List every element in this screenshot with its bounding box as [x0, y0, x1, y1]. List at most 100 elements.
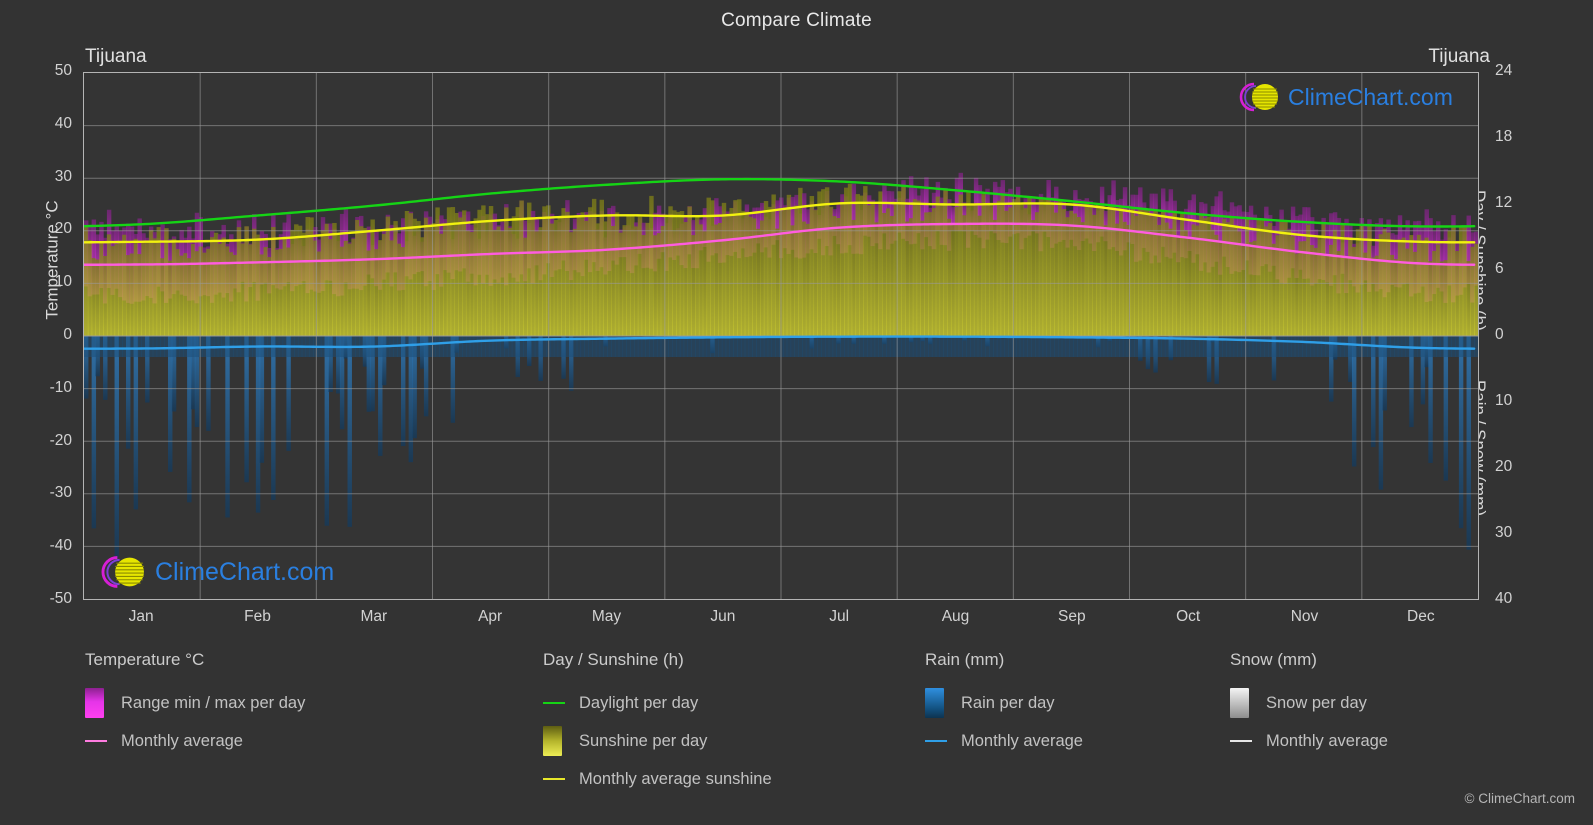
daily-bar	[95, 259, 100, 336]
daily-bar	[733, 336, 738, 358]
daily-bar	[160, 336, 165, 358]
daily-bar	[1371, 257, 1376, 336]
daily-bar	[813, 336, 818, 358]
daily-bar	[1012, 199, 1017, 336]
legend-item-label: Monthly average	[1266, 731, 1388, 750]
daily-bar	[633, 226, 639, 336]
daily-bar	[1111, 205, 1116, 336]
daily-bar	[1099, 336, 1105, 358]
month-tick-aug: Aug	[941, 608, 970, 625]
daily-bar	[282, 236, 288, 336]
right-axis-tick-day: 12	[1495, 194, 1513, 211]
daily-bar	[393, 221, 398, 336]
daily-bar	[935, 336, 941, 358]
daily-bar	[756, 336, 761, 358]
daily-bar	[752, 336, 757, 358]
daily-bar	[1038, 336, 1044, 358]
daily-bar	[374, 249, 379, 336]
daily-bar	[973, 205, 979, 336]
daily-bar	[210, 237, 215, 336]
daily-bar	[836, 336, 841, 358]
swatch-box-icon	[85, 688, 104, 718]
daily-bar	[645, 222, 650, 336]
logo-text: ClimeChart.com	[155, 557, 335, 586]
daily-bar	[1367, 225, 1372, 336]
daily-bar	[973, 336, 979, 358]
legend-item[interactable]: Sunshine per day	[543, 722, 772, 760]
legend-item[interactable]: Monthly average sunshine	[543, 760, 772, 798]
daily-bar	[866, 336, 872, 358]
daily-bar	[912, 336, 918, 358]
daily-bar	[672, 210, 677, 336]
legend-item-label: Monthly average sunshine	[579, 769, 772, 788]
daily-bar	[908, 336, 914, 358]
legend: Temperature °C Range min / max per day Mon…	[0, 650, 1593, 810]
daily-bar	[805, 336, 811, 358]
daily-bar	[328, 239, 333, 336]
daily-bar	[141, 242, 146, 336]
daily-bar	[817, 191, 822, 336]
daily-bar	[477, 336, 482, 358]
daily-bar	[217, 243, 223, 336]
daily-bar	[996, 200, 1002, 336]
daily-bar	[347, 336, 352, 527]
daily-bar	[1218, 242, 1223, 336]
daily-bar	[225, 336, 230, 518]
daily-bar	[1099, 204, 1105, 336]
daily-bar	[725, 213, 731, 336]
daily-bar	[1340, 336, 1345, 358]
legend-swatch	[543, 726, 567, 756]
daily-bar	[477, 209, 482, 336]
daily-bar	[905, 221, 910, 336]
legend-item[interactable]: Range min / max per day	[85, 684, 305, 722]
legend-item[interactable]: Rain per day	[925, 684, 1083, 722]
legend-item[interactable]: Monthly average	[1230, 722, 1388, 760]
daily-bar	[710, 200, 715, 336]
daily-bar	[725, 336, 731, 358]
daily-bar	[1191, 224, 1196, 336]
daily-bar	[1428, 336, 1433, 358]
daily-bar	[759, 220, 765, 336]
daily-bar	[1118, 206, 1124, 336]
daily-bar	[171, 238, 177, 336]
daily-bar	[897, 336, 902, 358]
legend-item[interactable]: Monthly average	[925, 722, 1083, 760]
daily-bar	[1157, 224, 1162, 336]
daily-bar	[1199, 214, 1204, 336]
daily-bar	[691, 336, 696, 358]
logo-text: ClimeChart.com	[1288, 83, 1453, 110]
daily-bar	[271, 226, 276, 336]
daily-bar	[1290, 336, 1296, 358]
daily-bar	[939, 336, 944, 358]
daily-bar	[737, 336, 742, 358]
daily-bar	[695, 216, 700, 336]
legend-item[interactable]: Monthly average	[85, 722, 305, 760]
daily-bar	[874, 222, 879, 336]
daily-bar	[905, 336, 910, 358]
daily-bar	[538, 227, 543, 336]
climechart-logo-icon	[1239, 82, 1278, 112]
daily-bar	[156, 227, 161, 336]
legend-item[interactable]: Snow per day	[1230, 684, 1388, 722]
daily-bar	[882, 212, 887, 336]
daily-bar	[297, 225, 303, 336]
daily-bar	[786, 194, 792, 336]
daily-bar	[87, 336, 93, 358]
daily-bar	[721, 202, 727, 336]
daily-bar	[1443, 260, 1449, 336]
daily-bar	[981, 336, 986, 358]
daily-bar	[1122, 336, 1128, 358]
daily-bar	[786, 336, 792, 358]
daily-bar	[710, 336, 715, 358]
daily-bar	[840, 336, 845, 358]
daily-bar	[91, 258, 97, 336]
daily-bar	[977, 215, 983, 336]
daily-bar	[748, 216, 753, 336]
daily-bar	[1134, 336, 1139, 358]
daily-bar	[450, 207, 456, 336]
logo-top: ClimeChart.com	[1232, 80, 1453, 114]
legend-item[interactable]: Daylight per day	[543, 684, 772, 722]
daily-bar	[717, 336, 723, 358]
daily-bar	[576, 217, 582, 336]
daily-bar	[954, 206, 960, 336]
